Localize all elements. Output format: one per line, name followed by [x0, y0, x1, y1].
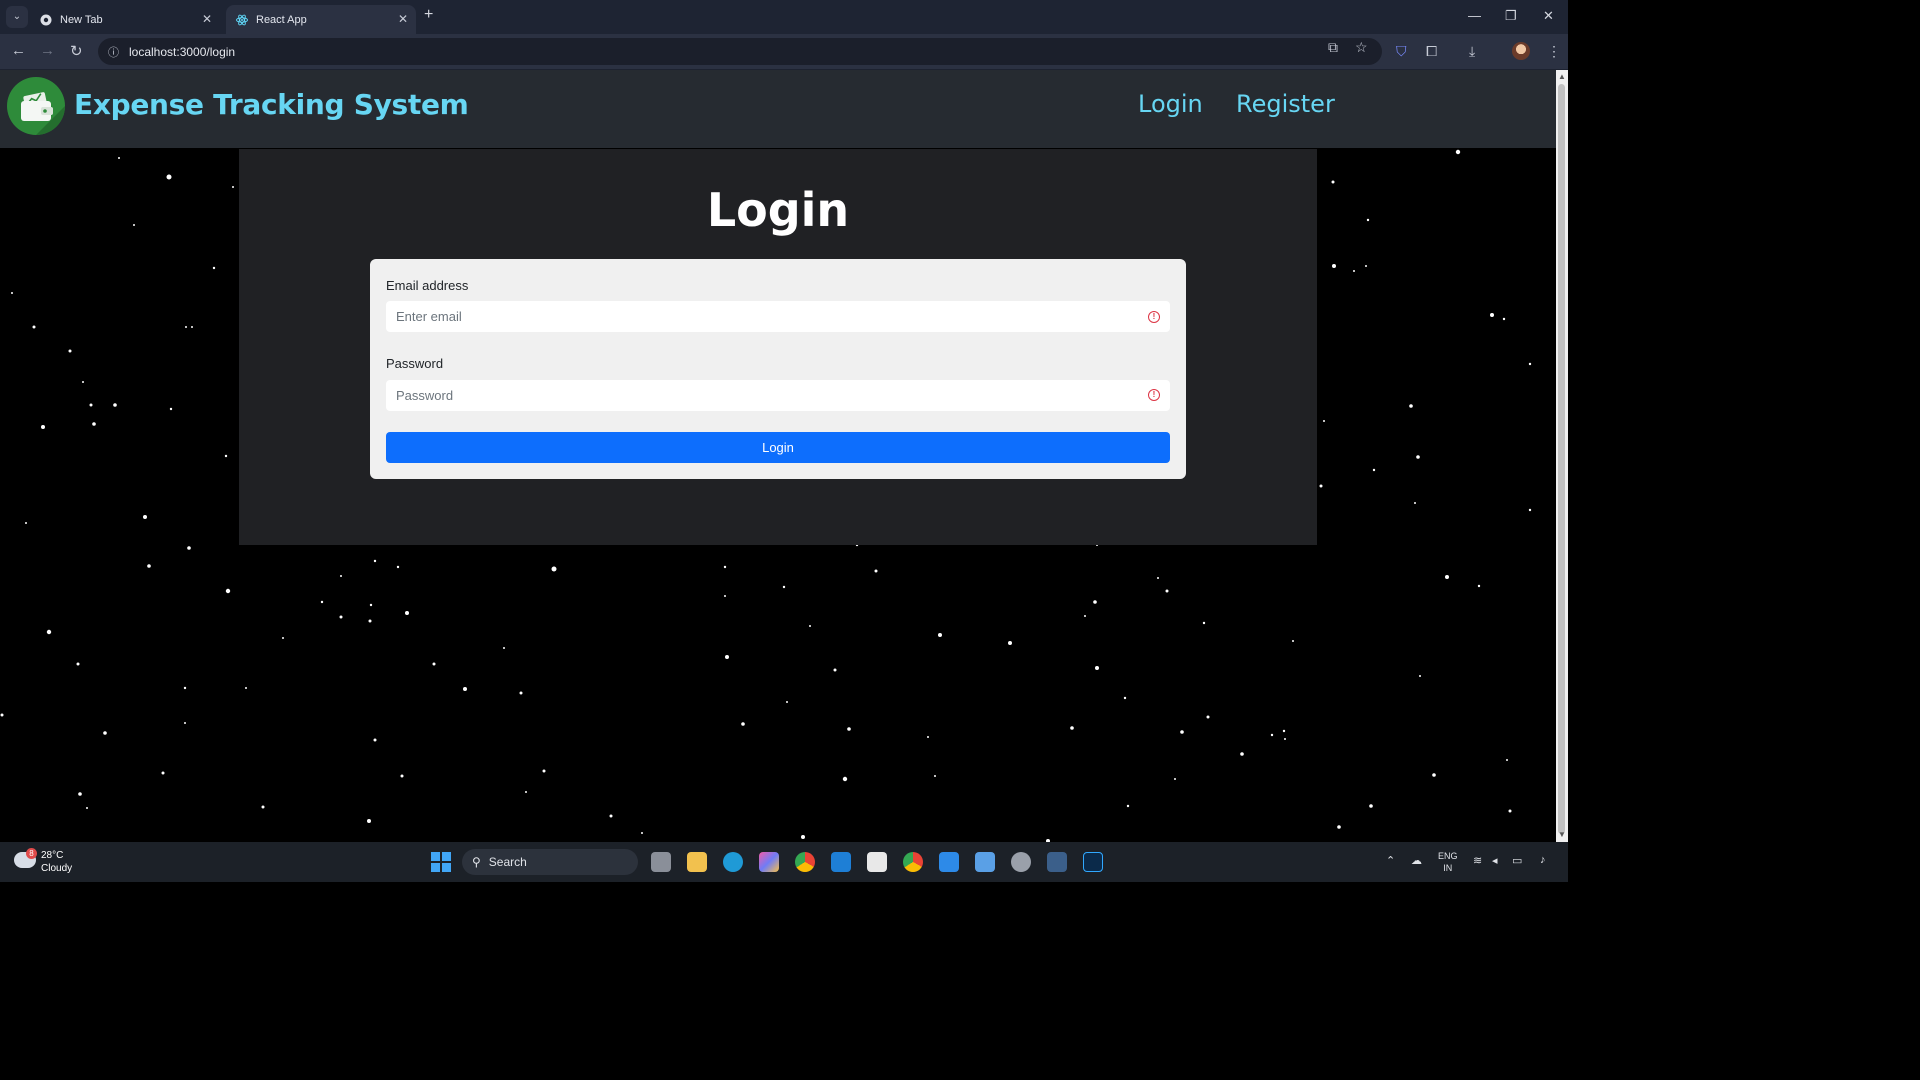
back-arrow-icon[interactable]: ←	[11, 42, 26, 59]
chrome-menu-icon[interactable]: ⋮	[1547, 43, 1561, 60]
page-title: Login	[706, 183, 850, 237]
task-view-icon[interactable]	[651, 852, 671, 872]
login-submit-button[interactable]: Login	[386, 432, 1170, 463]
scroll-up-icon[interactable]: ▲	[1558, 72, 1566, 81]
react-icon	[236, 14, 248, 26]
scrollbar-thumb[interactable]	[1558, 84, 1565, 834]
microsoft-store-icon[interactable]	[867, 852, 887, 872]
window-close-icon[interactable]: ✕	[1543, 8, 1554, 24]
login-form-card: Email address ! Password ! Login	[370, 259, 1186, 479]
scroll-down-icon[interactable]: ▼	[1558, 830, 1566, 839]
site-info-icon[interactable]: ⓘ	[108, 44, 119, 60]
windows-taskbar: 8 28°C Cloudy ⚲ Search ⌃ ☁ ENG IN ≋ ◂ ▭ …	[0, 842, 1568, 882]
brand-title[interactable]: Expense Tracking System	[74, 88, 469, 121]
close-tab-icon[interactable]: ✕	[202, 12, 212, 26]
password-field[interactable]	[386, 380, 1170, 411]
notification-bell-icon[interactable]: ♪	[1540, 854, 1546, 866]
tab-new-tab[interactable]: New Tab ✕	[30, 5, 220, 34]
page-scrollbar[interactable]: ▲ ▼	[1556, 70, 1568, 842]
extensions-puzzle-icon[interactable]: ⧠	[1426, 43, 1437, 60]
minimize-icon[interactable]: —	[1468, 8, 1481, 23]
login-container: Login Email address ! Password ! Login	[239, 149, 1317, 545]
tab-react-app[interactable]: React App ✕	[226, 5, 416, 34]
profile-avatar[interactable]	[1512, 42, 1530, 60]
email-field[interactable]	[386, 301, 1170, 332]
volume-icon[interactable]: ◂	[1492, 854, 1498, 867]
tab-title: New Tab	[60, 13, 103, 26]
address-bar[interactable]: ⓘ localhost:3000/login	[98, 38, 1382, 65]
edge-browser-icon[interactable]	[723, 852, 743, 872]
restore-icon[interactable]: ❐	[1505, 8, 1517, 24]
wallet-logo-icon[interactable]	[7, 77, 65, 135]
vscode-icon[interactable]	[939, 852, 959, 872]
reload-icon[interactable]: ↻	[70, 42, 83, 60]
chevron-up-icon[interactable]: ⌃	[1386, 854, 1395, 867]
chrome-taskbar-icon[interactable]	[795, 852, 815, 872]
browser-toolbar: ← → ↻ ⓘ localhost:3000/login ⧉ ☆ ⛉ ⧠ ⤓ ⋮	[0, 34, 1568, 70]
weather-badge: 8	[26, 848, 37, 859]
email-label: Email address	[386, 278, 469, 293]
copilot-icon[interactable]	[759, 852, 779, 872]
tab-title: React App	[256, 13, 307, 26]
chrome-profile-taskbar-icon[interactable]	[903, 852, 923, 872]
file-explorer-icon[interactable]	[687, 852, 707, 872]
taskbar-search-box[interactable]: ⚲ Search	[462, 849, 638, 875]
nav-register-link[interactable]: Register	[1236, 90, 1335, 118]
language-indicator[interactable]: ENG IN	[1438, 850, 1458, 874]
photos-icon[interactable]	[975, 852, 995, 872]
nav-login-link[interactable]: Login	[1138, 90, 1203, 118]
windows-start-icon[interactable]	[431, 852, 451, 872]
language-code: ENG	[1438, 851, 1458, 861]
photoshop-icon[interactable]	[1083, 852, 1103, 872]
onedrive-off-icon[interactable]: ☁	[1411, 854, 1422, 867]
url-text: localhost:3000/login	[129, 44, 236, 59]
download-icon[interactable]: ⤓	[1469, 43, 1475, 60]
password-label: Password	[386, 356, 444, 371]
snowflake-app-icon[interactable]	[831, 852, 851, 872]
region-code: IN	[1443, 863, 1453, 873]
password-error-icon: !	[1148, 389, 1160, 401]
page-viewport: Expense Tracking System Login Register L…	[0, 70, 1556, 842]
settings-gear-icon[interactable]	[1011, 852, 1031, 872]
new-tab-plus-icon[interactable]: +	[424, 6, 433, 24]
app-navbar: Expense Tracking System Login Register	[0, 70, 1556, 148]
bookmark-star-icon[interactable]: ☆	[1355, 39, 1368, 56]
wifi-icon[interactable]: ≋	[1473, 854, 1482, 867]
email-error-icon: !	[1148, 311, 1160, 323]
forward-arrow-icon[interactable]: →	[40, 42, 55, 59]
search-icon: ⚲	[472, 855, 481, 869]
browser-tab-strip: ⌄ New Tab ✕ React App ✕ + — ❐ ✕	[0, 0, 1568, 34]
close-tab-icon[interactable]: ✕	[398, 12, 408, 26]
tab-search-button[interactable]: ⌄	[6, 6, 28, 28]
snipping-tool-icon[interactable]	[1047, 852, 1067, 872]
install-app-icon[interactable]: ⧉	[1328, 39, 1338, 56]
weather-temperature[interactable]: 28°C	[41, 850, 63, 861]
battery-icon[interactable]: ▭	[1512, 854, 1522, 867]
chrome-icon	[40, 14, 52, 26]
shield-extension-icon[interactable]: ⛉	[1396, 43, 1407, 60]
weather-condition[interactable]: Cloudy	[41, 863, 72, 874]
taskbar-search-label: Search	[488, 855, 527, 869]
